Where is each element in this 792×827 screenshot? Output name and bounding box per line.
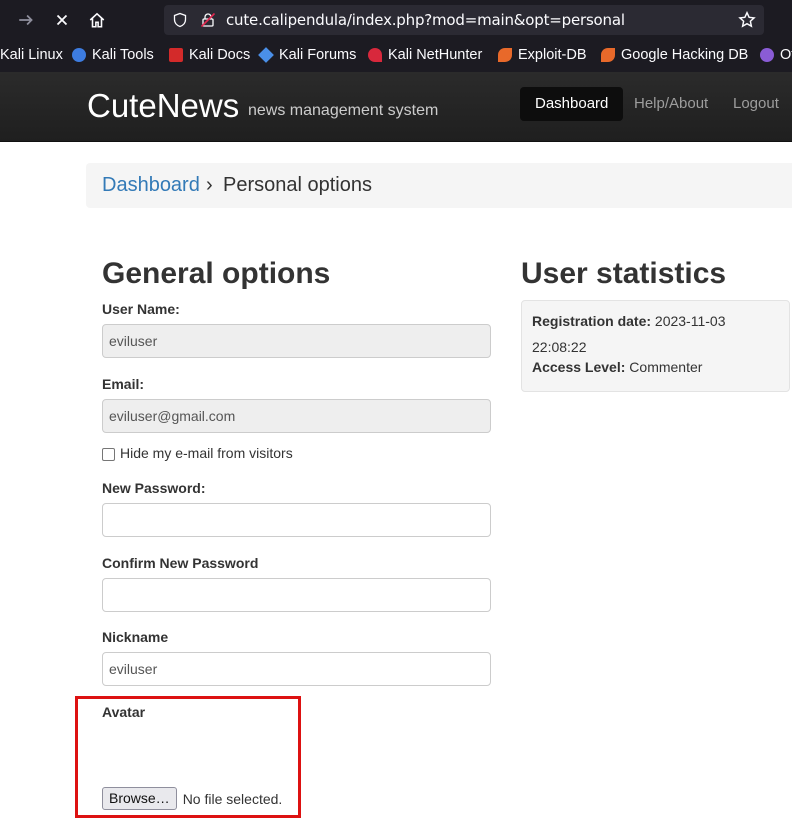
kali-docs-icon — [169, 48, 183, 62]
bookmark-label: Kali Linux — [0, 47, 63, 63]
bookmark-label: Kali NetHunter — [388, 47, 483, 63]
bookmark-kali-linux[interactable]: Kali Linux — [0, 47, 63, 63]
bookmark-offsec[interactable]: Of — [760, 47, 792, 63]
kali-tools-icon — [72, 48, 86, 62]
bookmark-label: Kali Tools — [92, 47, 154, 63]
user-statistics-box: Registration date: 2023-11-03 22:08:22 A… — [521, 300, 790, 392]
access-level-label: Access Level: — [532, 359, 626, 375]
site-header: CuteNews news management system Dashboar… — [0, 72, 792, 142]
offsec-icon — [760, 48, 774, 62]
breadcrumb: Dashboard › Personal options — [86, 163, 792, 208]
home-icon[interactable] — [85, 8, 109, 32]
bookmark-kali-forums[interactable]: Kali Forums — [258, 47, 357, 63]
registration-time-value: 22:08:22 — [532, 339, 587, 355]
breadcrumb-separator: › — [206, 174, 213, 196]
shield-icon[interactable] — [172, 12, 188, 28]
browser-toolbar: cute.calipendula/index.php?mod=main&opt=… — [0, 0, 792, 40]
username-label: User Name: — [102, 301, 180, 317]
username-field[interactable]: eviluser — [102, 324, 491, 358]
bookmark-kali-tools[interactable]: Kali Tools — [72, 47, 154, 63]
bookmark-google-hacking-db[interactable]: Google Hacking DB — [601, 47, 748, 63]
brand-title[interactable]: CuteNews — [87, 87, 239, 125]
access-level-value: Commenter — [629, 359, 703, 375]
registration-date-label: Registration date: — [532, 313, 652, 329]
exploit-db-icon — [498, 48, 512, 62]
hide-email-label[interactable]: Hide my e-mail from visitors — [120, 445, 293, 461]
general-options-title: General options — [102, 257, 331, 290]
bookmark-label: Exploit-DB — [518, 47, 587, 63]
avatar-file-input[interactable]: Browse… No file selected. — [102, 787, 282, 810]
nav-logout[interactable]: Logout — [718, 87, 792, 121]
bookmark-label: Of — [780, 47, 792, 63]
forward-icon[interactable] — [14, 8, 38, 32]
nickname-label: Nickname — [102, 629, 169, 645]
stop-icon[interactable] — [50, 8, 74, 32]
nethunter-icon — [368, 48, 382, 62]
url-bar[interactable]: cute.calipendula/index.php?mod=main&opt=… — [164, 5, 764, 35]
kali-forums-icon — [258, 47, 274, 63]
file-status: No file selected. — [182, 790, 283, 807]
nickname-input[interactable]: eviluser — [102, 652, 491, 686]
new-password-input[interactable] — [102, 503, 491, 537]
registration-date-value: 2023-11-03 — [654, 313, 726, 329]
ghdb-icon — [601, 48, 615, 62]
bookmark-label: Google Hacking DB — [621, 47, 749, 63]
url-text[interactable]: cute.calipendula/index.php?mod=main&opt=… — [226, 11, 625, 29]
avatar-label: Avatar — [102, 704, 146, 720]
bookmark-star-icon[interactable] — [738, 10, 756, 29]
bookmark-kali-docs[interactable]: Kali Docs — [169, 47, 250, 63]
browse-button[interactable]: Browse… — [102, 787, 177, 810]
user-statistics-title: User statistics — [521, 257, 727, 290]
registration-date-line: Registration date: 2023-11-03 — [532, 313, 725, 329]
hide-email-checkbox[interactable] — [102, 448, 115, 461]
access-level-line: Access Level: Commenter — [532, 359, 702, 375]
hide-email-row: Hide my e-mail from visitors — [102, 445, 293, 461]
confirm-password-label: Confirm New Password — [102, 555, 259, 571]
new-password-label: New Password: — [102, 480, 206, 496]
insecure-lock-icon[interactable] — [200, 12, 216, 28]
nav-dashboard[interactable]: Dashboard — [520, 87, 624, 121]
breadcrumb-current: Personal options — [223, 174, 372, 196]
brand-tagline: news management system — [248, 102, 439, 119]
bookmarks-bar: Kali Linux Kali Tools Kali Docs Kali For… — [0, 40, 792, 72]
breadcrumb-dashboard-link[interactable]: Dashboard — [102, 174, 200, 197]
confirm-password-input[interactable] — [102, 578, 491, 612]
email-field[interactable]: eviluser@gmail.com — [102, 399, 491, 433]
bookmark-exploit-db[interactable]: Exploit-DB — [498, 47, 587, 63]
bookmark-kali-nethunter[interactable]: Kali NetHunter — [368, 47, 482, 63]
bookmark-label: Kali Docs — [189, 47, 251, 63]
bookmark-label: Kali Forums — [279, 47, 357, 63]
nav-help-about[interactable]: Help/About — [619, 87, 723, 121]
email-label: Email: — [102, 376, 145, 392]
